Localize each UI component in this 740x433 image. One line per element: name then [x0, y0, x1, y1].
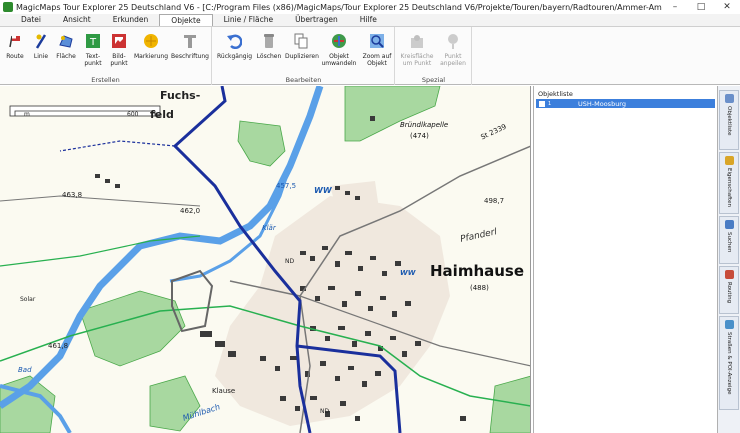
item-checkbox[interactable] [539, 100, 545, 107]
label-button[interactable]: Beschriftung [171, 33, 209, 60]
group-bearbeiten: Rückgängig Löschen Duplizieren Objekt um… [213, 27, 395, 85]
title-bar: MagicMaps Tour Explorer 25 Deutschland V… [0, 0, 740, 14]
imagepoint-button[interactable]: Bild- punkt [107, 33, 131, 67]
line-button[interactable]: Linie [30, 33, 52, 60]
imagepoint-icon [112, 34, 126, 48]
route-button[interactable]: Route [4, 33, 26, 60]
tab-objekte[interactable]: Objekte [159, 14, 213, 26]
map-label-nd-2: ND [320, 408, 330, 415]
map-label-fuchsfeld-1: Fuchs- [160, 89, 201, 102]
map-label-bad: Bad [18, 366, 32, 374]
map-label-ww-1: WW [314, 186, 332, 195]
window-title: MagicMaps Tour Explorer 25 Deutschland V… [16, 2, 662, 12]
label-icon [184, 35, 196, 48]
scale-unit: m [24, 111, 30, 118]
group-label-spezial: Spezial [421, 76, 446, 84]
list-icon [724, 94, 734, 103]
routing-icon [724, 270, 734, 279]
map-label-elevation-4620: 462,0 [180, 207, 201, 215]
maximize-button[interactable]: □ [688, 0, 714, 14]
target-point-button[interactable]: Punkt anpeilen [437, 33, 469, 67]
scale-value: 600 [127, 111, 139, 118]
search-icon [724, 220, 734, 229]
ribbon-tabs: Datei Ansicht Erkunden Objekte Linie / F… [0, 14, 740, 27]
properties-icon [724, 156, 734, 165]
sidetab-routing[interactable]: Routing [719, 266, 739, 314]
textpoint-icon: T [86, 34, 100, 48]
delete-button[interactable]: Löschen [255, 33, 283, 60]
map-label-ww-2: WW [400, 269, 416, 277]
tab-uebertragen[interactable]: Übertragen [284, 14, 349, 26]
tab-erkunden[interactable]: Erkunden [102, 14, 160, 26]
ribbon: Route Linie Fläche T Text- punkt Bild- p… [0, 27, 740, 85]
circle-area-icon [411, 35, 423, 48]
map-label-elevation-488: (488) [470, 284, 489, 292]
map-label-elevation-4575: 457,5 [276, 182, 297, 190]
map-label-bruendlkapelle: Bründlkapelle [400, 121, 449, 129]
area-icon [59, 35, 73, 48]
undo-button[interactable]: Rückgängig [217, 33, 252, 60]
item-number: 1 [548, 100, 552, 107]
tab-ansicht[interactable]: Ansicht [52, 14, 102, 26]
sidetab-strassen-poi[interactable]: Straßen & POI-Anzeige [719, 316, 739, 410]
textpoint-button[interactable]: T Text- punkt [81, 33, 105, 67]
minimize-button[interactable]: – [662, 0, 688, 14]
sidetab-suchen[interactable]: Suchen [719, 216, 739, 264]
map-label-fuchsfeld-2: feld [150, 108, 174, 121]
marker-button[interactable]: Markierung [133, 33, 169, 60]
side-tab-bar: Objektliste Eigenschaften Suchen Routing… [717, 86, 740, 433]
duplicate-button[interactable]: Duplizieren [285, 33, 319, 60]
duplicate-icon [294, 33, 308, 49]
tab-hilfe[interactable]: Hilfe [349, 14, 388, 26]
map-label-elevation-4987: 498,7 [484, 197, 505, 205]
object-list-panel: Objektliste 1 USH-Moosburg [533, 86, 717, 433]
group-label-bearbeiten: Bearbeiten [285, 76, 322, 84]
group-spezial: Kreisfläche um Punkt Punkt anpeilen Spez… [396, 27, 472, 85]
map-label-klaer: Klär [262, 224, 276, 232]
undo-icon [227, 34, 243, 50]
sidetab-objektliste[interactable]: Objektliste [719, 90, 739, 150]
map-label-elevation-4638: 463,8 [62, 191, 83, 199]
convert-object-button[interactable]: Objekt umwandeln [321, 33, 357, 67]
panel-title: Objektliste [538, 90, 573, 98]
zoom-icon [370, 34, 384, 48]
list-item[interactable]: 1 USH-Moosburg [536, 99, 715, 108]
tab-datei[interactable]: Datei [10, 14, 52, 26]
map-label-elevation-4618: 461,8 [48, 342, 69, 350]
map-label-nd-1: ND [285, 258, 295, 265]
group-label-erstellen: Erstellen [91, 76, 120, 84]
map-label-solar: Solar [20, 296, 36, 303]
sidetab-eigenschaften[interactable]: Eigenschaften [719, 152, 739, 214]
convert-icon [332, 34, 346, 48]
area-button[interactable]: Fläche [55, 33, 77, 60]
tab-linie-flaeche[interactable]: Linie / Fläche [213, 14, 285, 26]
zoom-to-object-button[interactable]: Zoom auf Objekt [361, 33, 393, 67]
group-erstellen: Route Linie Fläche T Text- punkt Bild- p… [0, 27, 212, 85]
map-label-klause: Klause [212, 387, 236, 395]
line-icon [35, 34, 47, 49]
topographic-map[interactable] [0, 86, 531, 433]
close-button[interactable]: ✕ [714, 0, 740, 14]
map-label-elevation-474: (474) [410, 132, 429, 140]
trash-icon [264, 34, 274, 48]
item-name: USH-Moosburg [578, 99, 626, 108]
marker-icon [144, 34, 158, 48]
map-label-haimhausen: Haimhause [430, 262, 525, 280]
poi-icon [724, 320, 734, 329]
route-icon [9, 35, 20, 48]
circle-area-button[interactable]: Kreisfläche um Punkt [399, 33, 435, 67]
map-canvas[interactable]: m 600 Fuchs- feld Haimhause (488) Bründl… [0, 86, 531, 433]
app-icon [3, 2, 13, 12]
svg-text:T: T [89, 37, 97, 48]
target-point-icon [448, 34, 458, 49]
